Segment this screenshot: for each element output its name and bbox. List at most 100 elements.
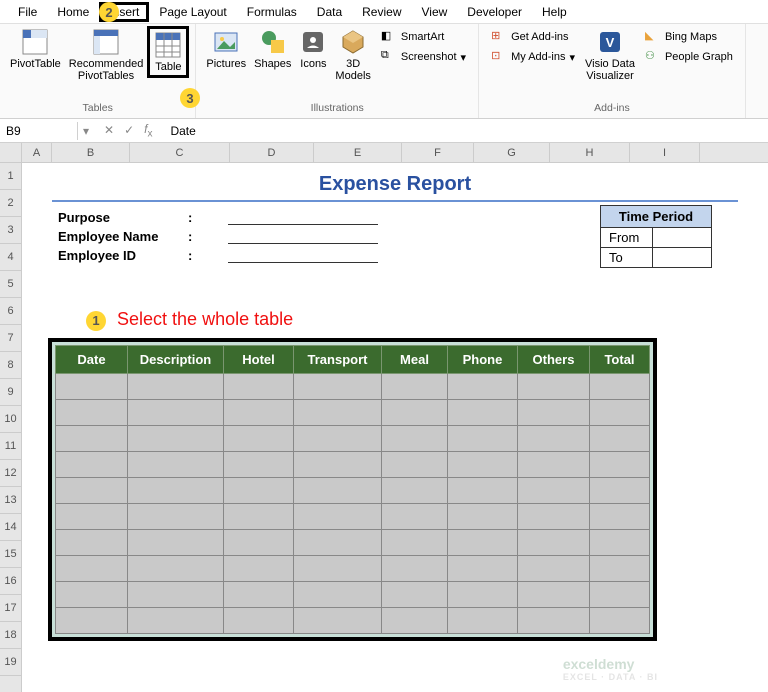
table-cell[interactable] xyxy=(382,452,448,478)
table-cell[interactable] xyxy=(56,556,128,582)
row-header-6[interactable]: 6 xyxy=(0,298,21,325)
table-cell[interactable] xyxy=(128,556,224,582)
purpose-input[interactable] xyxy=(228,211,378,225)
table-cell[interactable] xyxy=(128,400,224,426)
table-cell[interactable] xyxy=(224,504,294,530)
table-cell[interactable] xyxy=(518,400,590,426)
row-header-4[interactable]: 4 xyxy=(0,244,21,271)
table-cell[interactable] xyxy=(56,582,128,608)
table-cell[interactable] xyxy=(382,426,448,452)
table-cell[interactable] xyxy=(56,608,128,634)
menu-view[interactable]: View xyxy=(412,2,458,22)
table-cell[interactable] xyxy=(448,478,518,504)
icons-button[interactable]: Icons xyxy=(295,26,331,72)
pivottable-button[interactable]: PivotTable xyxy=(6,26,65,72)
table-cell[interactable] xyxy=(224,426,294,452)
formula-bar[interactable]: Date xyxy=(162,124,203,138)
table-cell[interactable] xyxy=(448,556,518,582)
menu-developer[interactable]: Developer xyxy=(457,2,532,22)
table-cell[interactable] xyxy=(382,478,448,504)
from-input[interactable] xyxy=(653,228,711,248)
row-header-11[interactable]: 11 xyxy=(0,433,21,460)
row-header-9[interactable]: 9 xyxy=(0,379,21,406)
col-header-D[interactable]: D xyxy=(230,143,314,162)
accept-icon[interactable]: ✓ xyxy=(124,123,134,137)
table-cell[interactable] xyxy=(128,478,224,504)
menu-file[interactable]: File xyxy=(8,2,47,22)
table-cell[interactable] xyxy=(56,426,128,452)
smartart-button[interactable]: ◧SmartArt xyxy=(379,28,468,46)
table-cell[interactable] xyxy=(590,608,650,634)
row-header-3[interactable]: 3 xyxy=(0,217,21,244)
name-box[interactable]: B9 xyxy=(0,122,78,140)
menu-page-layout[interactable]: Page Layout xyxy=(149,2,236,22)
row-header-7[interactable]: 7 xyxy=(0,325,21,352)
table-cell[interactable] xyxy=(224,530,294,556)
table-cell[interactable] xyxy=(294,530,382,556)
table-cell[interactable] xyxy=(294,452,382,478)
table-cell[interactable] xyxy=(382,608,448,634)
table-cell[interactable] xyxy=(518,478,590,504)
table-cell[interactable] xyxy=(224,582,294,608)
table-cell[interactable] xyxy=(448,504,518,530)
table-cell[interactable] xyxy=(224,478,294,504)
visio-button[interactable]: V Visio Data Visualizer xyxy=(581,26,639,84)
table-cell[interactable] xyxy=(56,452,128,478)
shapes-button[interactable]: Shapes xyxy=(250,26,295,72)
table-cell[interactable] xyxy=(382,400,448,426)
table-cell[interactable] xyxy=(294,478,382,504)
name-box-dropdown[interactable]: ▾ xyxy=(78,124,94,138)
table-cell[interactable] xyxy=(56,530,128,556)
table-cell[interactable] xyxy=(294,426,382,452)
table-cell[interactable] xyxy=(590,400,650,426)
table-cell[interactable] xyxy=(224,556,294,582)
table-cell[interactable] xyxy=(294,374,382,400)
table-cell[interactable] xyxy=(448,426,518,452)
col-header-F[interactable]: F xyxy=(402,143,474,162)
col-header-H[interactable]: H xyxy=(550,143,630,162)
menu-data[interactable]: Data xyxy=(307,2,352,22)
table-cell[interactable] xyxy=(128,504,224,530)
table-cell[interactable] xyxy=(448,608,518,634)
table-cell[interactable] xyxy=(518,608,590,634)
expense-table-selection[interactable]: DateDescriptionHotelTransportMealPhoneOt… xyxy=(48,338,657,641)
table-cell[interactable] xyxy=(56,504,128,530)
people-graph-button[interactable]: ⚇People Graph xyxy=(643,48,735,66)
row-header-12[interactable]: 12 xyxy=(0,460,21,487)
table-cell[interactable] xyxy=(382,374,448,400)
row-header-16[interactable]: 16 xyxy=(0,568,21,595)
table-cell[interactable] xyxy=(382,530,448,556)
table-cell[interactable] xyxy=(128,374,224,400)
table-cell[interactable] xyxy=(590,478,650,504)
table-cell[interactable] xyxy=(294,400,382,426)
table-cell[interactable] xyxy=(590,582,650,608)
row-header-2[interactable]: 2 xyxy=(0,190,21,217)
col-header-A[interactable]: A xyxy=(22,143,52,162)
table-cell[interactable] xyxy=(294,556,382,582)
table-cell[interactable] xyxy=(56,478,128,504)
table-cell[interactable] xyxy=(518,374,590,400)
table-cell[interactable] xyxy=(448,400,518,426)
col-header-I[interactable]: I xyxy=(630,143,700,162)
col-header-G[interactable]: G xyxy=(474,143,550,162)
3d-models-button[interactable]: 3D Models xyxy=(331,26,374,84)
row-header-10[interactable]: 10 xyxy=(0,406,21,433)
bing-maps-button[interactable]: ◣Bing Maps xyxy=(643,28,735,46)
table-cell[interactable] xyxy=(56,374,128,400)
col-header-B[interactable]: B xyxy=(52,143,130,162)
table-cell[interactable] xyxy=(518,530,590,556)
my-addins-button[interactable]: ⊡My Add-ins ▾ xyxy=(489,48,577,66)
table-cell[interactable] xyxy=(294,504,382,530)
table-cell[interactable] xyxy=(128,530,224,556)
table-cell[interactable] xyxy=(590,530,650,556)
recommended-pivottables-button[interactable]: Recommended PivotTables xyxy=(65,26,148,84)
table-cell[interactable] xyxy=(294,608,382,634)
table-cell[interactable] xyxy=(448,582,518,608)
table-cell[interactable] xyxy=(224,452,294,478)
table-cell[interactable] xyxy=(382,504,448,530)
table-cell[interactable] xyxy=(448,530,518,556)
to-input[interactable] xyxy=(653,248,711,267)
menu-formulas[interactable]: Formulas xyxy=(237,2,307,22)
sheet-content[interactable]: Expense Report Purpose: Employee Name: E… xyxy=(22,163,768,267)
employee-name-input[interactable] xyxy=(228,230,378,244)
